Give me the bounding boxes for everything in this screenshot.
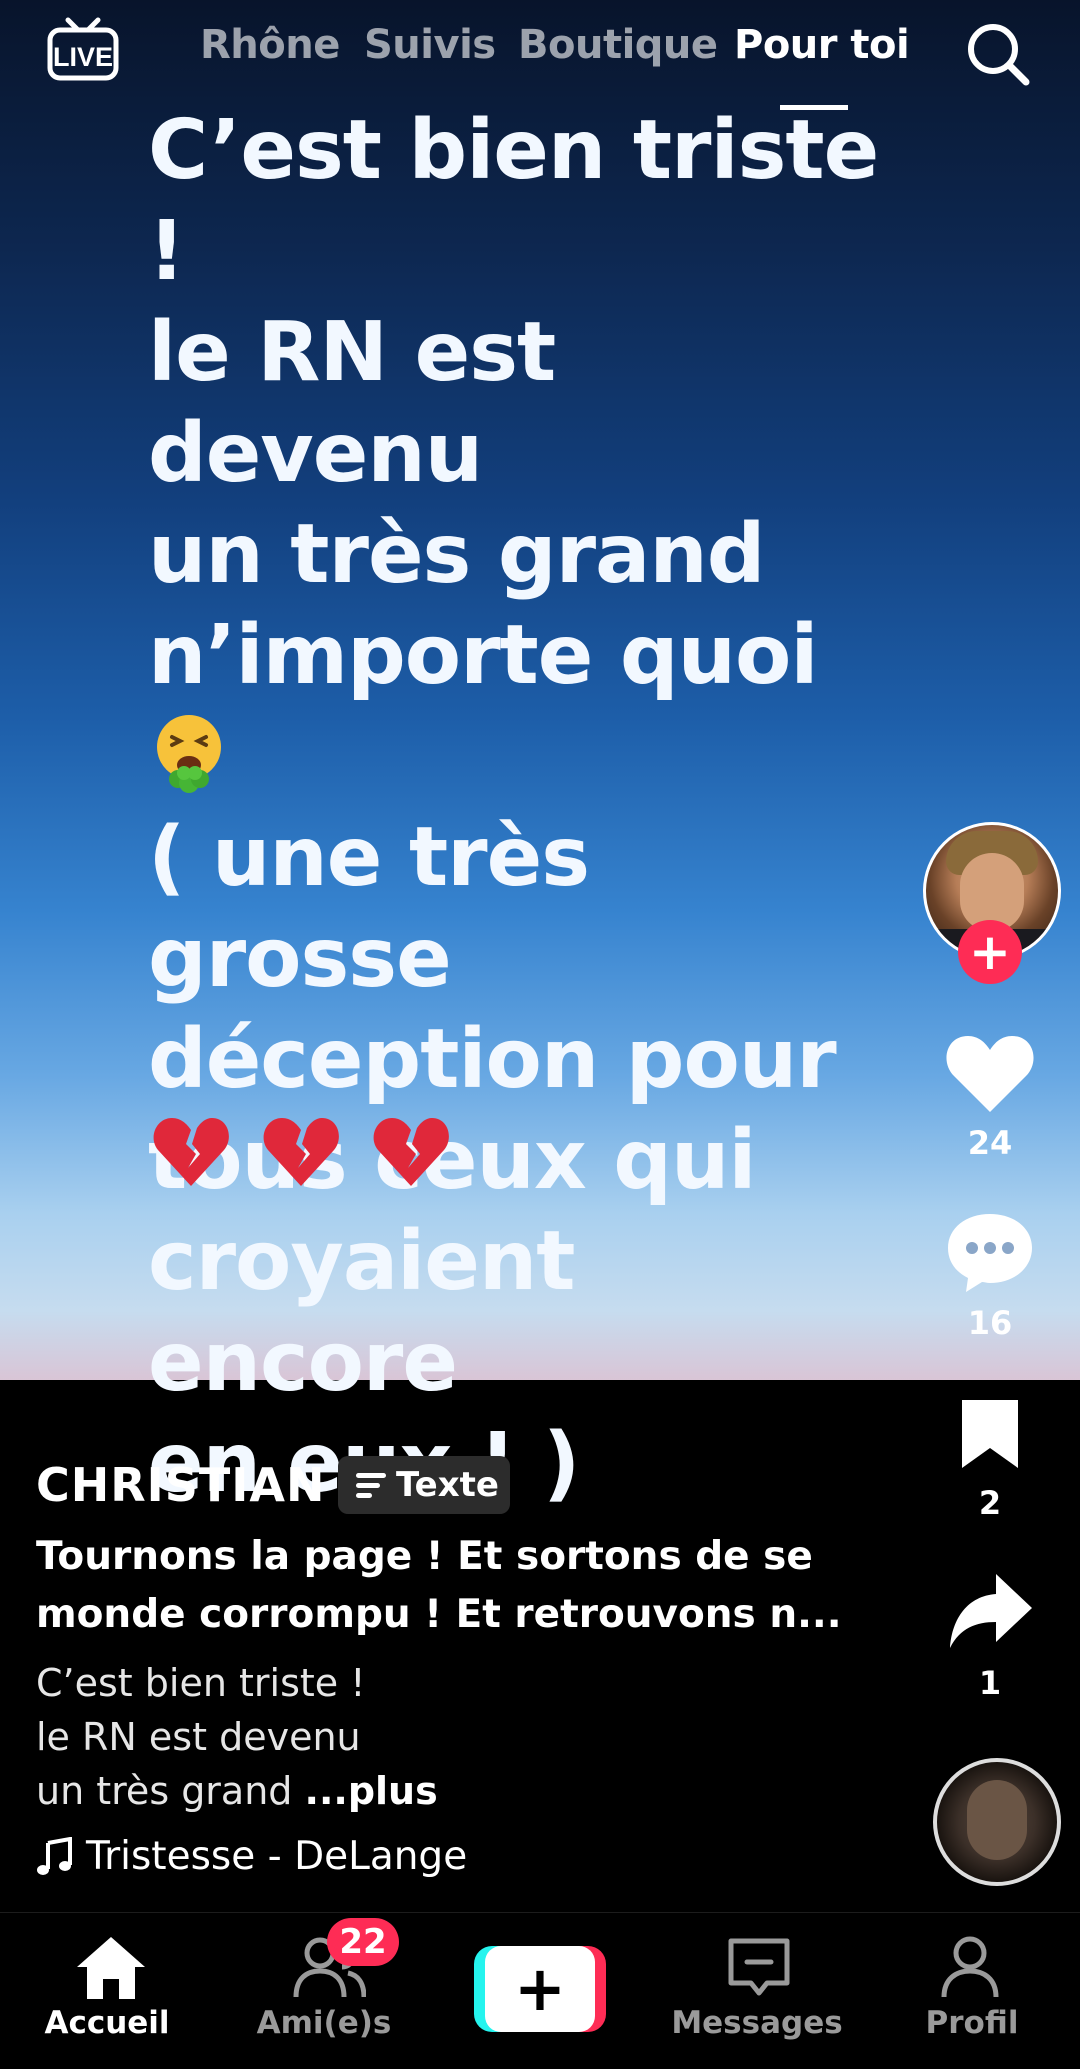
post-text: C’est bien triste ! le RN est devenu un … [148,100,908,1514]
nav-profile-label: Profil [925,2005,1019,2041]
bookmark-icon[interactable] [956,1396,1024,1472]
create-button[interactable]: + [474,1946,606,2032]
friends-notification-badge: 22 [327,1918,399,1966]
messages-icon [728,1938,790,1996]
live-label: LIVE [53,42,113,72]
music-track[interactable]: Tristesse - DeLange [36,1834,467,1879]
music-title: Tristesse - DeLange [86,1834,468,1879]
nauseated-face-icon [157,714,221,793]
music-disc-avatar[interactable] [933,1758,1061,1886]
follow-button[interactable]: + [958,920,1022,984]
post-text-part2: ( une très grosse déception pour tous ce… [148,810,837,1511]
nav-home-label: Accueil [44,2005,170,2041]
author-name[interactable]: CHRISTIAN [36,1458,326,1512]
share-icon[interactable] [946,1570,1034,1654]
tab-boutique[interactable]: Boutique [518,22,718,68]
text-lines-icon [356,1468,386,1503]
top-navigation: LIVE Rhône Suivis Boutique Pour toi [0,0,1080,100]
tab-pour-toi[interactable]: Pour toi [734,22,910,68]
nav-profile[interactable]: Profil [872,1913,1072,2069]
comment-count: 16 [967,1304,1013,1342]
live-icon[interactable]: LIVE [46,16,120,82]
bottom-navigation: Accueil Ami(e)s + Messages Profil [0,1912,1080,2069]
post-caption-title[interactable]: Tournons la page ! Et sortons de se mond… [36,1528,856,1644]
broken-heart-icon [153,1118,229,1186]
bookmark-count: 2 [978,1484,1002,1522]
tab-suivis[interactable]: Suivis [364,22,496,68]
badge-label: Texte [396,1465,499,1505]
home-icon [77,1937,145,1999]
tab-rhone[interactable]: Rhône [200,22,340,68]
search-icon[interactable] [964,20,1032,88]
text-post-badge: Texte [338,1456,510,1514]
post-text-part1: C’est bien triste ! le RN est devenu un … [148,103,879,703]
nav-messages[interactable]: Messages [657,1913,857,2069]
post-caption-description[interactable]: C’est bien triste ! le RN est devenu un … [36,1656,856,1818]
nav-home[interactable]: Accueil [7,1913,207,2069]
like-icon[interactable] [944,1032,1036,1116]
like-count: 24 [967,1124,1013,1162]
nav-friends-label: Ami(e)s [256,2005,392,2041]
music-note-icon [37,1836,72,1875]
broken-heart-icon [263,1118,339,1186]
profile-icon [941,1936,999,1998]
broken-heart-icon [373,1118,449,1186]
create-plus: + [485,1946,595,2032]
share-count: 1 [978,1664,1002,1702]
nav-messages-label: Messages [671,2005,843,2041]
comment-icon[interactable] [944,1210,1036,1296]
more-link[interactable]: ...plus [305,1769,438,1813]
